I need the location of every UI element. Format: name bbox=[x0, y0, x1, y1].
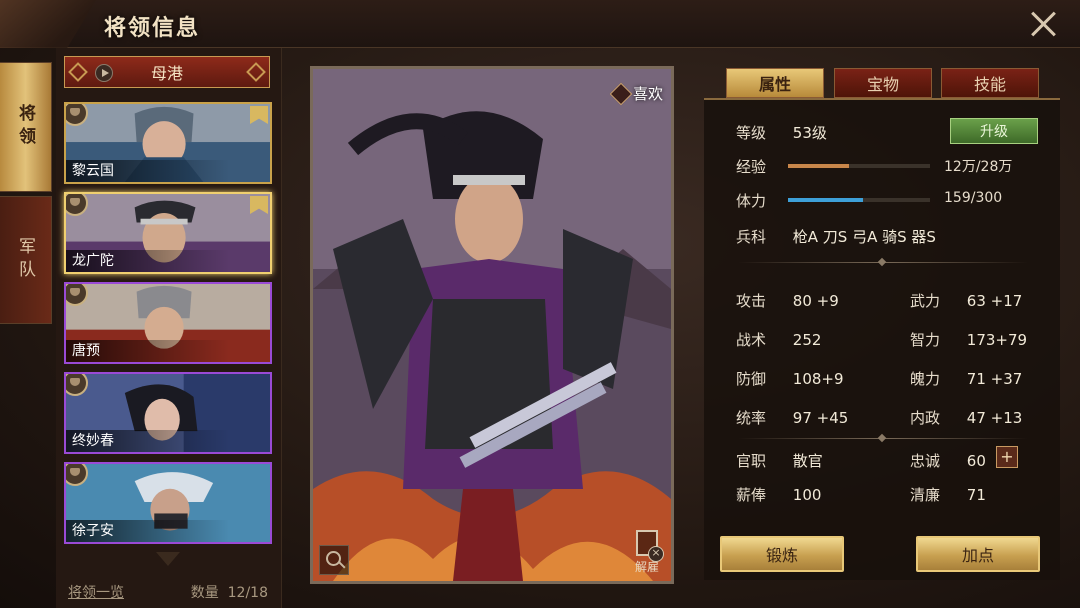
section-divider bbox=[738, 438, 1028, 439]
favorite-label: 喜欢 bbox=[632, 85, 663, 103]
stat-row: 统率 97 +45 bbox=[736, 407, 848, 428]
office-label: 官职 bbox=[736, 452, 767, 470]
general-name: 黎云国 bbox=[66, 160, 270, 182]
stat-value: 80 +9 bbox=[792, 292, 839, 310]
general-card[interactable]: 徐子安 bbox=[64, 462, 272, 544]
stat-value: 97 +45 bbox=[792, 409, 849, 427]
stat-value: 252 bbox=[792, 331, 822, 349]
general-name: 徐子安 bbox=[66, 520, 270, 542]
section-divider bbox=[738, 262, 1028, 263]
side-tab-army[interactable]: 军队 bbox=[0, 196, 52, 324]
count-value: 12/18 bbox=[227, 585, 268, 601]
stamina-value: 159/300 bbox=[944, 190, 1003, 206]
favorite-toggle[interactable]: 喜欢 bbox=[609, 82, 663, 105]
list-footer: 将领一览 数量 12/18 bbox=[56, 576, 282, 608]
play-icon[interactable] bbox=[95, 64, 113, 82]
location-selector[interactable]: 母港 bbox=[64, 56, 270, 88]
general-count: 数量 12/18 bbox=[191, 582, 268, 602]
integrity-value: 71 bbox=[966, 486, 986, 504]
general-portrait-large: 喜欢 解雇 bbox=[310, 66, 674, 584]
exp-label: 经验 bbox=[736, 158, 767, 176]
stat-label: 统率 bbox=[736, 409, 767, 427]
title-bar: 将领信息 bbox=[0, 0, 1080, 48]
exp-bar-fill bbox=[788, 164, 850, 168]
integrity-row: 清廉 71 bbox=[910, 484, 986, 505]
location-label: 母港 bbox=[150, 64, 183, 83]
dismiss-icon bbox=[636, 530, 664, 562]
stamina-bar-fill bbox=[788, 198, 864, 202]
arms-label: 兵科 bbox=[736, 228, 767, 246]
count-label: 数量 bbox=[190, 585, 219, 601]
stat-label: 防御 bbox=[736, 370, 767, 388]
loyalty-value: 60 bbox=[966, 452, 986, 470]
general-name: 龙广陀 bbox=[66, 250, 270, 272]
general-card[interactable]: 龙广陀 bbox=[64, 192, 272, 274]
exp-bar bbox=[788, 164, 930, 168]
general-card[interactable]: 黎云国 bbox=[64, 102, 272, 184]
stat-row: 防御 108+9 bbox=[736, 368, 844, 389]
stamina-label: 体力 bbox=[736, 192, 767, 210]
title-ornament bbox=[0, 0, 96, 48]
level-row: 等级 53级 bbox=[736, 122, 827, 143]
general-illustration bbox=[313, 69, 671, 581]
attributes-panel: 等级 53级 升级 经验 12万/28万 体力 159/300 兵科 枪A 刀S… bbox=[704, 98, 1060, 580]
stat-row: 战术 252 bbox=[736, 329, 821, 350]
ornament-icon bbox=[68, 62, 88, 82]
general-name: 唐预 bbox=[66, 340, 270, 362]
ornament-icon bbox=[246, 62, 266, 82]
level-label: 等级 bbox=[736, 124, 767, 142]
upgrade-button[interactable]: 升级 bbox=[950, 118, 1038, 144]
game-screen: 将领信息 将领 军队 母港 黎云国 龙广陀 唐预 终妙春 徐子安 将领一览 数量… bbox=[0, 0, 1080, 608]
salary-value: 100 bbox=[792, 486, 822, 504]
office-value: 散官 bbox=[792, 452, 823, 470]
arms-row: 兵科 枪A 刀S 弓A 骑S 器S bbox=[736, 226, 936, 247]
tab-treasures[interactable]: 宝物 bbox=[834, 68, 932, 98]
loyalty-row: 忠诚 60 bbox=[910, 450, 986, 471]
stat-label: 智力 bbox=[910, 331, 941, 349]
general-list-panel: 母港 黎云国 龙广陀 唐预 终妙春 徐子安 将领一览 数量 12/18 bbox=[56, 48, 282, 608]
general-card[interactable]: 唐预 bbox=[64, 282, 272, 364]
stat-value: 47 +13 bbox=[966, 409, 1023, 427]
stat-value: 71 +37 bbox=[966, 370, 1023, 388]
general-overview-link[interactable]: 将领一览 bbox=[68, 582, 124, 602]
stat-row: 武力 63 +17 bbox=[910, 290, 1022, 311]
stat-row: 智力 173+79 bbox=[910, 329, 1027, 350]
page-title: 将领信息 bbox=[104, 16, 201, 41]
stat-label: 内政 bbox=[910, 409, 941, 427]
favorite-icon bbox=[609, 82, 633, 105]
forge-button[interactable]: 锻炼 bbox=[720, 536, 844, 572]
general-name: 终妙春 bbox=[66, 430, 270, 452]
scroll-down-icon[interactable] bbox=[156, 552, 180, 566]
general-card[interactable]: 终妙春 bbox=[64, 372, 272, 454]
stat-row: 攻击 80 +9 bbox=[736, 290, 839, 311]
exp-value: 12万/28万 bbox=[944, 159, 1013, 175]
stat-value: 173+79 bbox=[966, 331, 1028, 349]
add-points-button[interactable]: 加点 bbox=[916, 536, 1040, 572]
tab-attributes[interactable]: 属性 bbox=[726, 68, 824, 98]
stat-row: 内政 47 +13 bbox=[910, 407, 1022, 428]
side-tab-generals[interactable]: 将领 bbox=[0, 62, 52, 192]
salary-row: 薪俸 100 bbox=[736, 484, 821, 505]
stat-value: 108+9 bbox=[792, 370, 844, 388]
loyalty-label: 忠诚 bbox=[910, 452, 941, 470]
stat-row: 魄力 71 +37 bbox=[910, 368, 1022, 389]
salary-label: 薪俸 bbox=[736, 486, 767, 504]
zoom-icon[interactable] bbox=[319, 545, 349, 575]
integrity-label: 清廉 bbox=[910, 486, 941, 504]
tab-skills[interactable]: 技能 bbox=[941, 68, 1039, 98]
dismiss-button[interactable]: 解雇 bbox=[631, 529, 664, 575]
stat-value: 63 +17 bbox=[966, 292, 1023, 310]
level-value: 53级 bbox=[792, 124, 827, 142]
stat-label: 战术 bbox=[736, 331, 767, 349]
stamina-bar bbox=[788, 198, 930, 202]
close-icon[interactable] bbox=[1028, 8, 1060, 40]
loyalty-plus-button[interactable]: + bbox=[996, 446, 1018, 468]
office-row: 官职 散官 bbox=[736, 450, 823, 471]
stat-label: 武力 bbox=[910, 292, 941, 310]
stat-label: 魄力 bbox=[910, 370, 941, 388]
stat-label: 攻击 bbox=[736, 292, 767, 310]
arms-value: 枪A 刀S 弓A 骑S 器S bbox=[792, 228, 936, 246]
